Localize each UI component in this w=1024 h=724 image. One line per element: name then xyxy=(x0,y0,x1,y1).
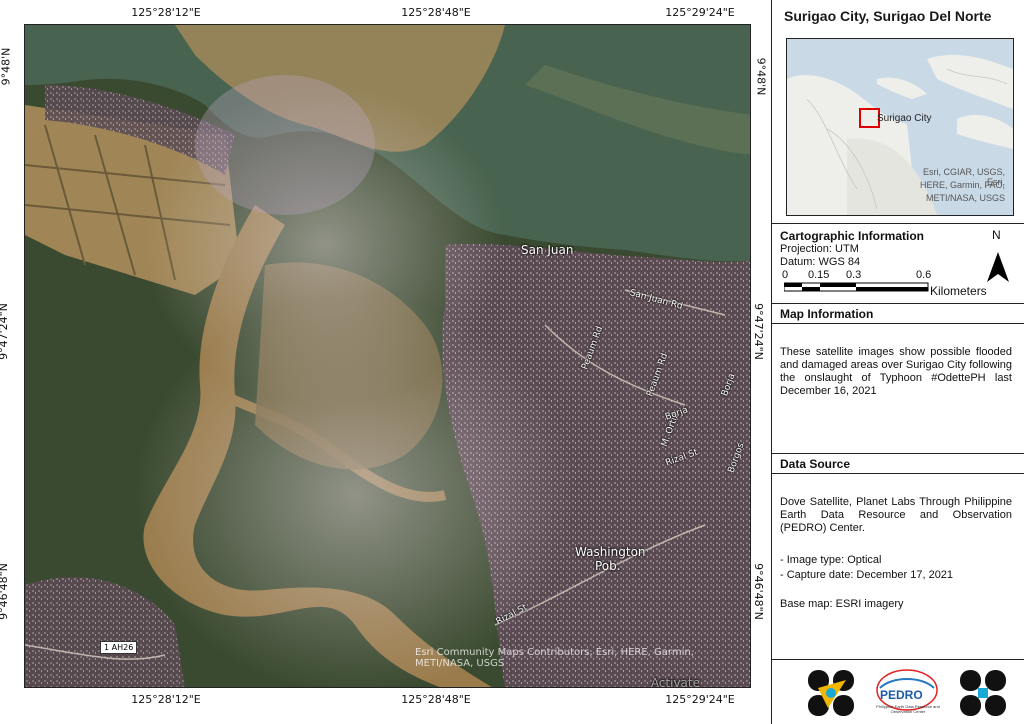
inset-credit-3: METI/NASA, USGS xyxy=(925,193,1005,203)
pedro-logo-sub: Philippine Earth Data Resource and Obser… xyxy=(876,704,940,714)
info-panel: Surigao City, Surigao Del Norte Surigao … xyxy=(771,0,1024,724)
scale-tick-2: 0.3 xyxy=(846,269,862,281)
map-credit: Esri Community Maps Contributors, Esri, … xyxy=(415,647,694,669)
image-type-text: - Image type: Optical xyxy=(780,554,882,566)
partner-logo-icon xyxy=(960,670,1006,716)
north-arrow-icon xyxy=(987,252,1009,282)
data-source-header: Data Source xyxy=(780,457,851,471)
north-label: N xyxy=(992,228,1001,242)
scale-tick-1: 0.15 xyxy=(808,269,830,281)
map-info-header: Map Information xyxy=(780,307,874,321)
panel-title: Surigao City, Surigao Del Norte xyxy=(784,8,992,24)
right-tick-1: 9°48'N xyxy=(754,57,768,96)
place-san-juan: San Juan xyxy=(521,243,574,257)
satellite-map[interactable]: San Juan Washington Pob. San Juan Rd Pea… xyxy=(24,24,751,688)
data-source-section: Dove Satellite, Planet Labs Through Phil… xyxy=(772,474,1024,660)
satellite-imagery xyxy=(25,25,750,687)
bottom-tick-3: 125°29'24"E xyxy=(665,693,735,706)
inset-section: Surigao City, Surigao Del Norte Surigao … xyxy=(772,0,1024,224)
data-source-text: Dove Satellite, Planet Labs Through Phil… xyxy=(780,496,1012,534)
inset-label: Surigao City xyxy=(877,113,932,124)
map-info-header-row: Map Information xyxy=(772,304,1024,324)
left-tick-2: 9°47'24"N xyxy=(0,303,10,360)
left-tick-1: 9°48'N xyxy=(0,47,13,86)
inset-credit-2: HERE, Garmin, FAO, xyxy=(919,180,1005,190)
locator-map[interactable]: Surigao City Esri, CGIAR, USGS, Esri, HE… xyxy=(786,38,1014,216)
cartographic-section: Cartographic Information Projection: UTM… xyxy=(772,224,1024,304)
right-tick-2: 9°47'24"N xyxy=(751,303,765,360)
map-info-text: These satellite images show possible flo… xyxy=(780,346,1012,397)
map-info-section: These satellite images show possible flo… xyxy=(772,324,1024,454)
watermark-text: Activate xyxy=(650,676,700,688)
datum-text: Datum: WGS 84 xyxy=(780,256,861,268)
top-tick-1: 125°28'12"E xyxy=(131,6,201,19)
projection-text: Projection: UTM xyxy=(780,243,859,255)
data-source-header-row: Data Source xyxy=(772,454,1024,474)
scale-tick-3: 0.6 xyxy=(916,269,932,281)
base-map-text: Base map: ESRI imagery xyxy=(780,598,904,610)
scale-unit: Kilometers xyxy=(930,284,987,298)
scale-tick-0: 0 xyxy=(782,269,789,281)
highway-shield: 1 AH26 xyxy=(100,641,138,654)
bottom-tick-1: 125°28'12"E xyxy=(131,693,201,706)
bottom-tick-2: 125°28'48"E xyxy=(401,693,471,706)
logos-row: PEDRO Philippine Earth Data Resource and… xyxy=(772,660,1024,724)
pedro-logo-text: PEDRO xyxy=(880,688,923,702)
agency-logo-icon xyxy=(808,670,854,716)
scale-bar xyxy=(784,282,929,292)
right-tick-3: 9°46'48"N xyxy=(751,563,765,620)
top-tick-3: 125°29'24"E xyxy=(665,6,735,19)
capture-date-text: - Capture date: December 17, 2021 xyxy=(780,569,954,581)
left-tick-3: 9°46'48"N xyxy=(0,563,10,620)
cartographic-header: Cartographic Information xyxy=(780,229,925,243)
place-washington: Washington xyxy=(575,545,646,559)
map-layout: 125°28'12"E 125°28'48"E 125°29'24"E 125°… xyxy=(0,0,1024,724)
top-tick-2: 125°28'48"E xyxy=(401,6,471,19)
place-washington-pob: Pob. xyxy=(595,559,621,573)
